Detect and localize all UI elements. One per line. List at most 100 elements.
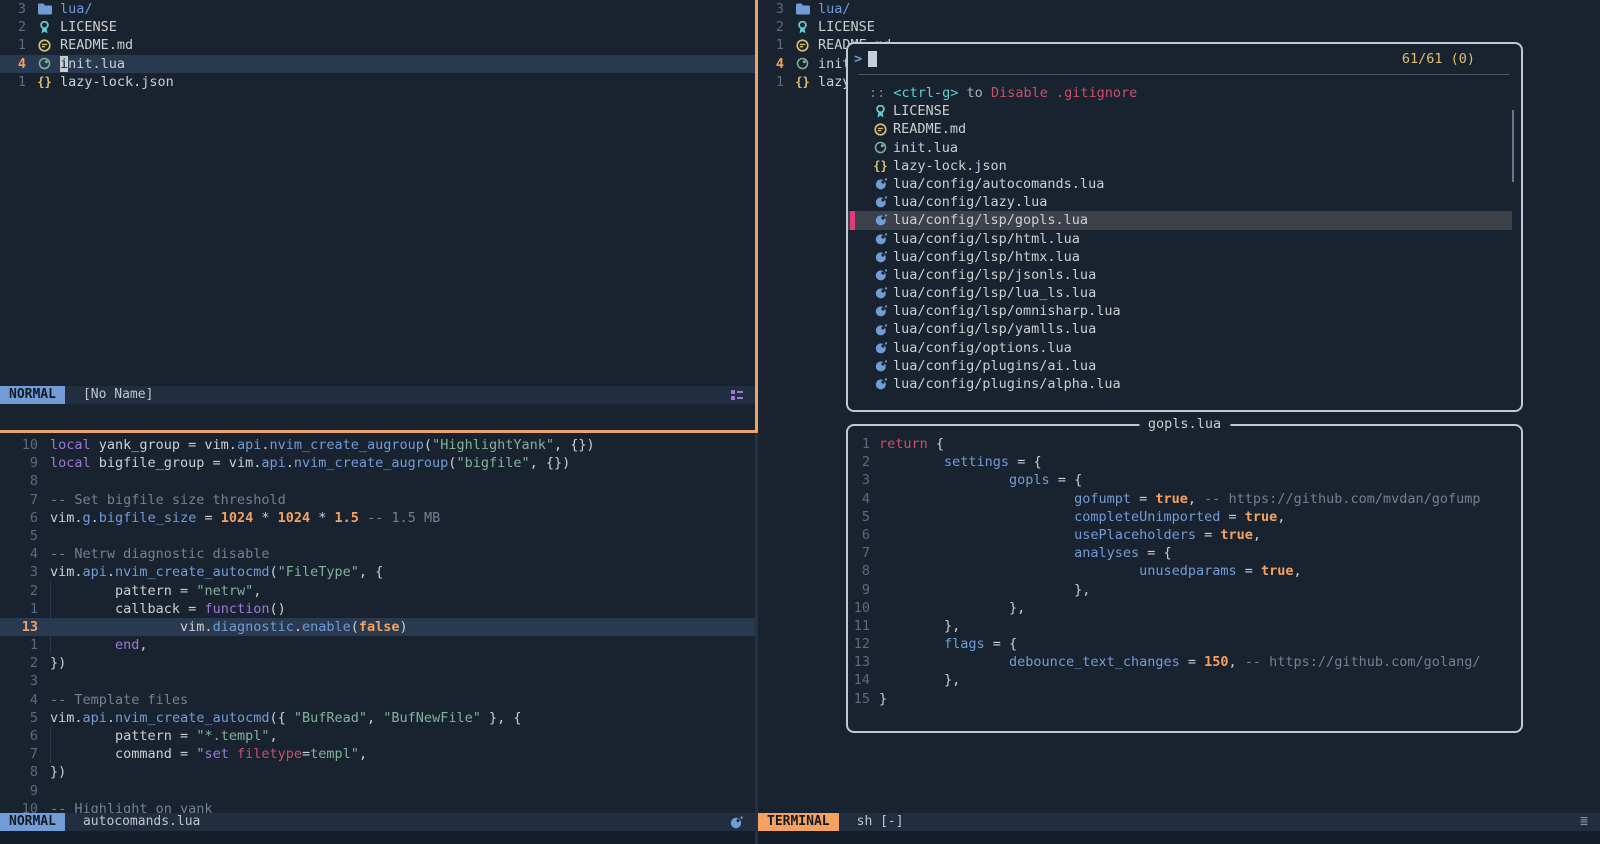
indent-guide	[50, 618, 51, 636]
braces-icon: {}	[874, 157, 887, 175]
code-line[interactable]: 5vim.api.nvim_create_autocmd({ "BufRead"…	[0, 709, 755, 727]
code-line[interactable]: 9 },	[848, 581, 1521, 599]
file-name: init.lua	[60, 55, 125, 73]
line-number: 4	[0, 545, 38, 563]
code-line[interactable]: 4-- Template files	[0, 691, 755, 709]
code-line[interactable]: 4 gofumpt = true, -- https://github.com/…	[848, 490, 1521, 508]
code-line[interactable]: 2 pattern = "netrw",	[0, 582, 755, 600]
code-line[interactable]: 7-- Set bigfile size threshold	[0, 491, 755, 509]
result-item[interactable]: {}lazy-lock.json	[848, 157, 1512, 175]
line-number: 8	[848, 562, 870, 580]
code-text: gofumpt = true, -- https://github.com/mv…	[879, 490, 1481, 508]
code-line[interactable]: 11 },	[848, 617, 1521, 635]
cmdline-area-bottom-left	[0, 831, 755, 844]
result-item[interactable]: lua/config/lsp/jsonls.lua	[848, 266, 1512, 284]
line-number: 3	[758, 0, 784, 18]
fzf-header-hint: :: <ctrl-g> to Disable .gitignore	[848, 84, 1521, 102]
line-number: 9	[848, 581, 870, 599]
indent-guide	[50, 727, 51, 745]
result-item[interactable]: lua/config/lsp/htmx.lua	[848, 248, 1512, 266]
license-icon	[795, 21, 810, 34]
code-line[interactable]: 10local yank_group = vim.api.nvim_create…	[0, 436, 755, 454]
code-line[interactable]: 9	[0, 782, 755, 800]
code-line[interactable]: 6 usePlaceholders = true,	[848, 526, 1521, 544]
code-line[interactable]: 8 unusedparams = true,	[848, 562, 1521, 580]
code-line[interactable]: 3 gopls = {	[848, 471, 1521, 489]
result-item[interactable]: init.lua	[848, 139, 1512, 157]
file-explorer-left[interactable]: 3lua/2LICENSE1README.md4 init.lua1{}lazy-…	[0, 0, 755, 386]
code-line[interactable]: 14 },	[848, 671, 1521, 689]
code-text: },	[879, 617, 960, 635]
file-row[interactable]: 4 init.lua	[0, 55, 755, 73]
result-item[interactable]: lua/config/autocomands.lua	[848, 175, 1512, 193]
result-item[interactable]: lua/config/plugins/alpha.lua	[848, 375, 1512, 393]
license-icon	[37, 21, 52, 34]
line-number: 1	[0, 73, 26, 91]
result-item[interactable]: lua/config/lazy.lua	[848, 193, 1512, 211]
line-number: 2	[758, 18, 784, 36]
code-line[interactable]: 13 vim.diagnostic.enable(false)	[0, 618, 755, 636]
result-file-name: lua/config/lsp/lua_ls.lua	[893, 284, 1096, 302]
code-line[interactable]: 10-- Highlight on yank	[0, 800, 755, 813]
code-line[interactable]: 9local bigfile_group = vim.api.nvim_crea…	[0, 454, 755, 472]
code-line[interactable]: 5 completeUnimported = true,	[848, 508, 1521, 526]
line-number: 6	[0, 509, 38, 527]
result-item[interactable]: lua/config/lsp/yamlls.lua	[848, 320, 1512, 338]
file-row[interactable]: 2LICENSE	[758, 18, 1600, 36]
code-line[interactable]: 6 pattern = "*.templ",	[0, 727, 755, 745]
code-line[interactable]: 12 flags = {	[848, 635, 1521, 653]
code-line[interactable]: 7 analyses = {	[848, 544, 1521, 562]
code-text: unusedparams = true,	[879, 562, 1302, 580]
code-line[interactable]: 1return {	[848, 435, 1521, 453]
code-line[interactable]: 10 },	[848, 599, 1521, 617]
result-item[interactable]: LICENSE	[848, 102, 1512, 120]
result-item[interactable]: lua/config/lsp/lua_ls.lua	[848, 284, 1512, 302]
line-number: 2	[0, 582, 38, 600]
code-text: },	[879, 599, 1025, 617]
code-line[interactable]: 8})	[0, 763, 755, 781]
code-line[interactable]: 13 debounce_text_changes = 150, -- https…	[848, 653, 1521, 671]
code-text: }	[879, 690, 887, 708]
result-item[interactable]: lua/config/options.lua	[848, 339, 1512, 357]
line-number: 3	[0, 563, 38, 581]
lua-moon-icon	[874, 178, 887, 190]
code-line[interactable]: 3	[0, 672, 755, 690]
code-line[interactable]: 2})	[0, 654, 755, 672]
code-line[interactable]: 1 end,	[0, 636, 755, 654]
result-item[interactable]: README.md	[848, 120, 1512, 138]
code-line[interactable]: 15}	[848, 690, 1521, 708]
code-line[interactable]: 6vim.g.bigfile_size = 1024 * 1024 * 1.5 …	[0, 509, 755, 527]
result-item[interactable]: lua/config/lsp/html.lua	[848, 230, 1512, 248]
line-number: 4	[0, 55, 26, 73]
lua-moon-icon	[874, 324, 887, 336]
readme-icon	[874, 123, 887, 136]
code-line[interactable]: 1 callback = function()	[0, 600, 755, 618]
code-line[interactable]: 2 settings = {	[848, 453, 1521, 471]
file-row[interactable]: 1README.md	[0, 36, 755, 54]
file-row[interactable]: 1{}lazy-lock.json	[0, 73, 755, 91]
code-text: completeUnimported = true,	[879, 508, 1285, 526]
results-scrollbar[interactable]	[1512, 110, 1514, 182]
result-item[interactable]: lua/config/lsp/omnisharp.lua	[848, 302, 1512, 320]
result-file-name: init.lua	[893, 139, 958, 157]
file-row[interactable]: 3lua/	[0, 0, 755, 18]
fzf-prompt[interactable]: > 61/61 (0)	[848, 44, 1521, 74]
indent-guide	[50, 745, 51, 763]
indent-guide	[50, 636, 51, 654]
file-row[interactable]: 3lua/	[758, 0, 1600, 18]
code-line[interactable]: 5	[0, 527, 755, 545]
pane-right: 3lua/2LICENSE1README.md4init.lua1{}lazy-…	[758, 0, 1600, 844]
file-row[interactable]: 2LICENSE	[0, 18, 755, 36]
code-buffer-autocomands[interactable]: 10local yank_group = vim.api.nvim_create…	[0, 433, 755, 813]
code-line[interactable]: 4-- Netrw diagnostic disable	[0, 545, 755, 563]
result-file-name: lua/config/lsp/html.lua	[893, 230, 1080, 248]
code-line[interactable]: 7 command = "set filetype=templ",	[0, 745, 755, 763]
preview-code[interactable]: 1return {2 settings = {3 gopls = {4 gofu…	[848, 426, 1521, 731]
result-item[interactable]: lua/config/plugins/ai.lua	[848, 357, 1512, 375]
result-item-selected[interactable]: lua/config/lsp/gopls.lua	[848, 211, 1512, 229]
result-file-name: lua/config/plugins/ai.lua	[893, 357, 1096, 375]
code-text: })	[50, 763, 66, 781]
line-number: 6	[0, 727, 38, 745]
code-line[interactable]: 3vim.api.nvim_create_autocmd("FileType",…	[0, 563, 755, 581]
code-line[interactable]: 8	[0, 472, 755, 490]
